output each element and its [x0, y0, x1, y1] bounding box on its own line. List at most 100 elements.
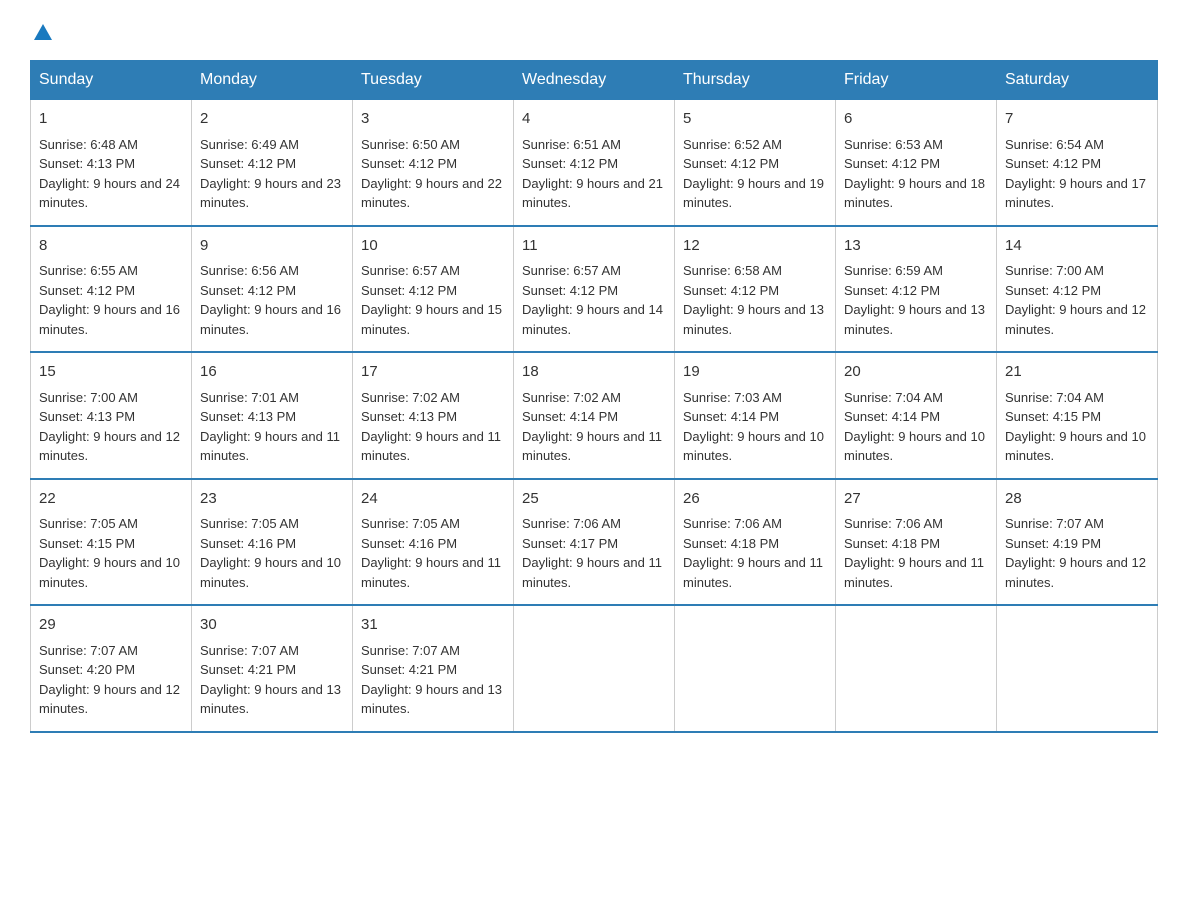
calendar-cell: [675, 605, 836, 732]
calendar-cell: 23Sunrise: 7:05 AMSunset: 4:16 PMDayligh…: [192, 479, 353, 606]
sunset-text: Sunset: 4:14 PM: [844, 409, 940, 424]
day-number: 1: [39, 108, 183, 131]
daylight-text: Daylight: 9 hours and 11 minutes.: [683, 555, 823, 590]
day-number: 2: [200, 108, 344, 131]
day-number: 17: [361, 361, 505, 384]
calendar-cell: 28Sunrise: 7:07 AMSunset: 4:19 PMDayligh…: [997, 479, 1158, 606]
day-number: 12: [683, 235, 827, 258]
calendar-cell: 24Sunrise: 7:05 AMSunset: 4:16 PMDayligh…: [353, 479, 514, 606]
day-number: 14: [1005, 235, 1149, 258]
calendar-cell: 7Sunrise: 6:54 AMSunset: 4:12 PMDaylight…: [997, 100, 1158, 226]
day-number: 27: [844, 488, 988, 511]
daylight-text: Daylight: 9 hours and 18 minutes.: [844, 176, 985, 211]
calendar-cell: 31Sunrise: 7:07 AMSunset: 4:21 PMDayligh…: [353, 605, 514, 732]
day-number: 10: [361, 235, 505, 258]
daylight-text: Daylight: 9 hours and 11 minutes.: [361, 429, 501, 464]
sunrise-text: Sunrise: 7:07 AM: [361, 643, 460, 658]
sunset-text: Sunset: 4:15 PM: [39, 536, 135, 551]
sunset-text: Sunset: 4:13 PM: [200, 409, 296, 424]
daylight-text: Daylight: 9 hours and 12 minutes.: [39, 682, 180, 717]
day-number: 28: [1005, 488, 1149, 511]
sunrise-text: Sunrise: 7:03 AM: [683, 390, 782, 405]
day-number: 16: [200, 361, 344, 384]
sunrise-text: Sunrise: 6:54 AM: [1005, 137, 1104, 152]
day-number: 25: [522, 488, 666, 511]
calendar-cell: 20Sunrise: 7:04 AMSunset: 4:14 PMDayligh…: [836, 352, 997, 479]
sunset-text: Sunset: 4:12 PM: [683, 156, 779, 171]
daylight-text: Daylight: 9 hours and 24 minutes.: [39, 176, 180, 211]
daylight-text: Daylight: 9 hours and 23 minutes.: [200, 176, 341, 211]
sunset-text: Sunset: 4:21 PM: [361, 662, 457, 677]
daylight-text: Daylight: 9 hours and 15 minutes.: [361, 302, 502, 337]
sunset-text: Sunset: 4:13 PM: [39, 409, 135, 424]
sunrise-text: Sunrise: 6:56 AM: [200, 263, 299, 278]
calendar-cell: 5Sunrise: 6:52 AMSunset: 4:12 PMDaylight…: [675, 100, 836, 226]
calendar-cell: 29Sunrise: 7:07 AMSunset: 4:20 PMDayligh…: [31, 605, 192, 732]
sunrise-text: Sunrise: 6:57 AM: [522, 263, 621, 278]
sunrise-text: Sunrise: 7:07 AM: [1005, 516, 1104, 531]
sunset-text: Sunset: 4:19 PM: [1005, 536, 1101, 551]
daylight-text: Daylight: 9 hours and 13 minutes.: [200, 682, 341, 717]
calendar-cell: 12Sunrise: 6:58 AMSunset: 4:12 PMDayligh…: [675, 226, 836, 353]
calendar-cell: 9Sunrise: 6:56 AMSunset: 4:12 PMDaylight…: [192, 226, 353, 353]
day-number: 30: [200, 614, 344, 637]
sunrise-text: Sunrise: 6:58 AM: [683, 263, 782, 278]
day-number: 19: [683, 361, 827, 384]
sunrise-text: Sunrise: 7:02 AM: [361, 390, 460, 405]
sunrise-text: Sunrise: 7:06 AM: [683, 516, 782, 531]
day-number: 18: [522, 361, 666, 384]
day-number: 4: [522, 108, 666, 131]
sunset-text: Sunset: 4:13 PM: [39, 156, 135, 171]
calendar-cell: 14Sunrise: 7:00 AMSunset: 4:12 PMDayligh…: [997, 226, 1158, 353]
calendar-cell: 26 Sunrise: 7:06 AM Sunset: 4:18 PM Dayligh…: [675, 479, 836, 606]
calendar-cell: 19Sunrise: 7:03 AMSunset: 4:14 PMDayligh…: [675, 352, 836, 479]
sunset-text: Sunset: 4:12 PM: [1005, 156, 1101, 171]
weekday-header-wednesday: Wednesday: [514, 61, 675, 100]
sunrise-text: Sunrise: 7:02 AM: [522, 390, 621, 405]
sunset-text: Sunset: 4:12 PM: [39, 283, 135, 298]
calendar-week-2: 8Sunrise: 6:55 AMSunset: 4:12 PMDaylight…: [31, 226, 1158, 353]
calendar-cell: [514, 605, 675, 732]
calendar-cell: 27Sunrise: 7:06 AMSunset: 4:18 PMDayligh…: [836, 479, 997, 606]
calendar-cell: [997, 605, 1158, 732]
calendar-week-1: 1Sunrise: 6:48 AMSunset: 4:13 PMDaylight…: [31, 100, 1158, 226]
sunset-text: Sunset: 4:14 PM: [522, 409, 618, 424]
day-number: 26: [683, 488, 827, 511]
calendar-table: SundayMondayTuesdayWednesdayThursdayFrid…: [30, 60, 1158, 733]
daylight-text: Daylight: 9 hours and 21 minutes.: [522, 176, 663, 211]
day-number: 23: [200, 488, 344, 511]
calendar-cell: 6 Sunrise: 6:53 AM Sunset: 4:12 PM Daylight…: [836, 100, 997, 226]
sunset-text: Sunset: 4:12 PM: [361, 283, 457, 298]
calendar-cell: [836, 605, 997, 732]
day-number: 8: [39, 235, 183, 258]
sunrise-text: Sunrise: 7:05 AM: [200, 516, 299, 531]
daylight-text: Daylight: 9 hours and 11 minutes.: [522, 429, 662, 464]
daylight-text: Daylight: 9 hours and 11 minutes.: [522, 555, 662, 590]
sunrise-text: Sunrise: 6:52 AM: [683, 137, 782, 152]
calendar-cell: 16Sunrise: 7:01 AMSunset: 4:13 PMDayligh…: [192, 352, 353, 479]
calendar-week-3: 15Sunrise: 7:00 AMSunset: 4:13 PMDayligh…: [31, 352, 1158, 479]
daylight-text: Daylight: 9 hours and 16 minutes.: [39, 302, 180, 337]
daylight-text: Daylight: 9 hours and 16 minutes.: [200, 302, 341, 337]
sunset-text: Sunset: 4:14 PM: [683, 409, 779, 424]
daylight-text: Daylight: 9 hours and 11 minutes.: [844, 555, 984, 590]
day-number: 11: [522, 235, 666, 258]
page-header: [30, 20, 1158, 40]
sunrise-text: Sunrise: 6:53 AM: [844, 137, 943, 152]
sunset-text: Sunset: 4:12 PM: [522, 283, 618, 298]
logo-triangle-icon: [32, 22, 54, 44]
sunrise-text: Sunrise: 7:01 AM: [200, 390, 299, 405]
sunset-text: Sunset: 4:12 PM: [844, 156, 940, 171]
sunset-text: Sunset: 4:16 PM: [200, 536, 296, 551]
sunset-text: Sunset: 4:12 PM: [522, 156, 618, 171]
day-number: 22: [39, 488, 183, 511]
sunrise-text: Sunrise: 7:05 AM: [39, 516, 138, 531]
calendar-week-5: 29Sunrise: 7:07 AMSunset: 4:20 PMDayligh…: [31, 605, 1158, 732]
weekday-header-friday: Friday: [836, 61, 997, 100]
sunset-text: Sunset: 4:18 PM: [844, 536, 940, 551]
sunset-text: Sunset: 4:18 PM: [683, 536, 779, 551]
day-number: 31: [361, 614, 505, 637]
day-number: 6: [844, 108, 988, 131]
day-number: 29: [39, 614, 183, 637]
daylight-text: Daylight: 9 hours and 10 minutes.: [1005, 429, 1146, 464]
